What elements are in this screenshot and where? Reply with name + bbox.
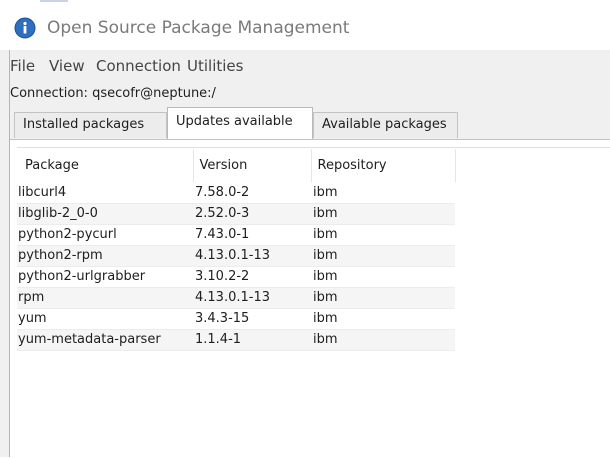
tab-available-packages[interactable]: Available packages	[313, 112, 458, 138]
packages-table-area: Package Version Repository libcurl4 7.58…	[17, 147, 610, 458]
version-cell: 4.13.0.1-13	[193, 245, 311, 267]
table-row[interactable]: yum-metadata-parser 1.1.4-1 ibm	[17, 329, 455, 351]
version-cell: 4.13.0.1-13	[193, 287, 311, 309]
connection-label: Connection: qsecofr@neptune:/	[10, 86, 216, 101]
tab-panel: Package Version Repository libcurl4 7.58…	[10, 139, 610, 458]
tab-installed-packages[interactable]: Installed packages	[14, 112, 167, 138]
top-accent	[40, 0, 68, 2]
version-cell: 1.1.4-1	[193, 329, 311, 351]
table-row[interactable]: python2-rpm 4.13.0.1-13 ibm	[17, 245, 455, 267]
package-name-cell: yum	[17, 308, 193, 330]
info-circle-icon	[14, 17, 36, 39]
package-name-cell: python2-rpm	[17, 245, 193, 267]
table-row[interactable]: libglib-2_0-0 2.52.0-3 ibm	[17, 203, 455, 225]
repository-cell: ibm	[311, 308, 455, 330]
package-name-cell: python2-pycurl	[17, 224, 193, 246]
column-header-package[interactable]: Package	[17, 149, 194, 182]
packages-table: Package Version Repository libcurl4 7.58…	[17, 149, 456, 351]
table-row[interactable]: libcurl4 7.58.0-2 ibm	[17, 182, 455, 204]
menubar: File View Connection Utilities	[10, 53, 610, 77]
version-cell: 7.43.0-1	[193, 224, 311, 246]
repository-cell: ibm	[311, 182, 455, 204]
table-row[interactable]: rpm 4.13.0.1-13 ibm	[17, 287, 455, 309]
table-header-row: Package Version Repository	[17, 149, 456, 182]
column-header-version[interactable]: Version	[193, 149, 312, 182]
repository-cell: ibm	[311, 266, 455, 288]
menu-view[interactable]: View	[49, 57, 85, 75]
tab-updates-available[interactable]: Updates available	[167, 107, 313, 139]
app-window: Open Source Package Management File View…	[0, 0, 610, 458]
column-header-repository[interactable]: Repository	[311, 149, 456, 182]
version-cell: 3.4.3-15	[193, 308, 311, 330]
version-cell: 7.58.0-2	[193, 182, 311, 204]
menu-utilities[interactable]: Utilities	[187, 57, 243, 75]
repository-cell: ibm	[311, 287, 455, 309]
repository-cell: ibm	[311, 329, 455, 351]
version-cell: 2.52.0-3	[193, 203, 311, 225]
package-name-cell: rpm	[17, 287, 193, 309]
menu-file[interactable]: File	[10, 57, 35, 75]
window-title: Open Source Package Management	[47, 18, 350, 38]
table-row[interactable]: yum 3.4.3-15 ibm	[17, 308, 455, 330]
package-name-cell: libcurl4	[17, 182, 193, 204]
repository-cell: ibm	[311, 245, 455, 267]
menu-connection[interactable]: Connection	[96, 57, 181, 75]
package-name-cell: yum-metadata-parser	[17, 329, 193, 351]
table-row[interactable]: python2-pycurl 7.43.0-1 ibm	[17, 224, 455, 246]
table-row[interactable]: python2-urlgrabber 3.10.2-2 ibm	[17, 266, 455, 288]
repository-cell: ibm	[311, 203, 455, 225]
version-cell: 3.10.2-2	[193, 266, 311, 288]
repository-cell: ibm	[311, 224, 455, 246]
package-name-cell: python2-urlgrabber	[17, 266, 193, 288]
package-name-cell: libglib-2_0-0	[17, 203, 193, 225]
titlebar[interactable]: Open Source Package Management	[0, 6, 610, 50]
tab-strip: Installed packages Updates available Ava…	[10, 107, 610, 139]
table-top-border	[17, 147, 610, 148]
